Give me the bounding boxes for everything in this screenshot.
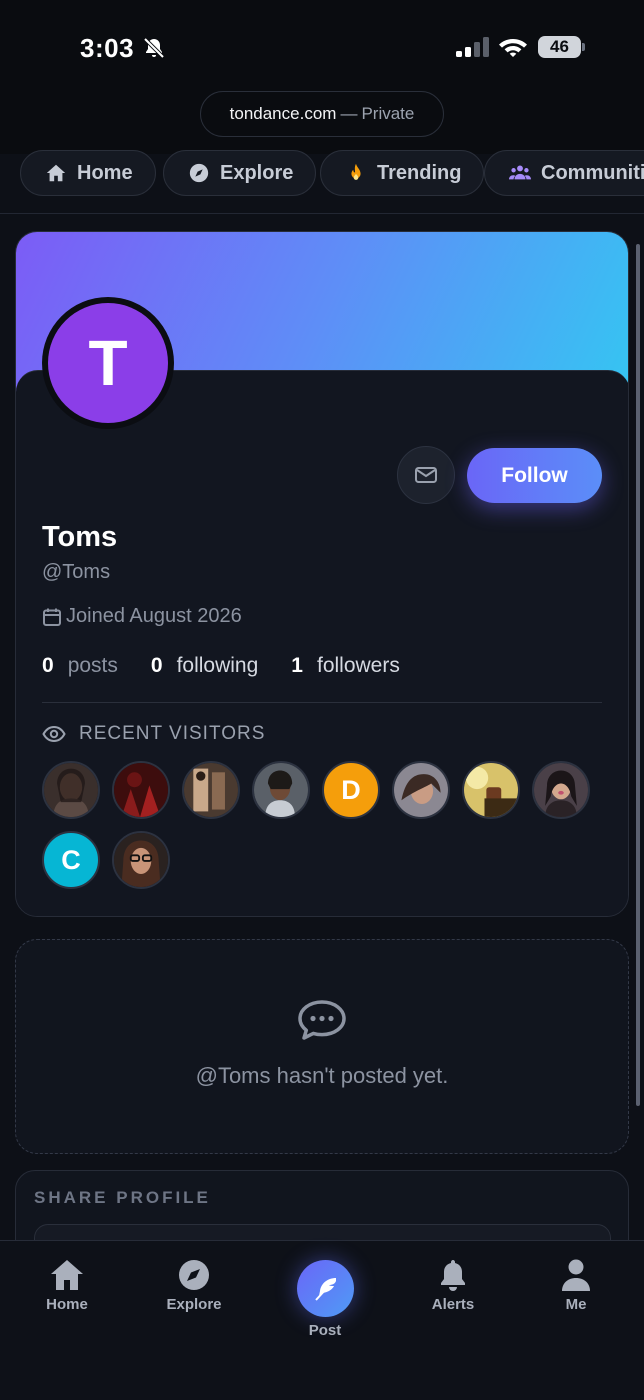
visitor-photo [464,763,518,817]
visitor-avatar[interactable] [532,761,590,819]
chat-bubble-icon [298,1000,346,1040]
status-time: 3:03 [80,33,135,63]
stat-posts-value: 0 [42,654,54,677]
tab-home-label: Home [77,161,133,184]
visitor-avatar[interactable] [112,831,170,889]
bell-icon [441,1260,465,1291]
users-icon [509,165,531,180]
bottom-nav-me[interactable]: Me [526,1258,626,1313]
visitor-avatar-letter[interactable]: D [322,761,380,819]
envelope-icon [415,467,437,483]
scrollbar[interactable] [636,244,640,1106]
person-icon [562,1259,590,1291]
bell-off-icon [143,37,165,59]
join-date-text: Joined August 2026 [66,605,242,627]
stat-followers-label: followers [316,654,400,677]
avatar[interactable]: T [48,303,168,423]
url-pill[interactable]: tondance.com — Private [200,91,444,137]
home-icon [46,164,66,182]
profile-handle: @Toms [42,561,111,583]
tab-explore[interactable]: Explore [163,150,317,196]
top-nav: Home Explore Trending Communities [0,146,644,214]
compass-icon [179,1260,209,1290]
posts-empty-text: @Toms hasn't posted yet. [195,1063,449,1088]
visitor-photo [44,763,98,817]
visitor-photo [184,763,238,817]
join-date: Joined August 2026 [42,605,242,628]
bottom-nav-post-label: Post [308,1322,342,1339]
visitor-photo [394,763,448,817]
cellular-signal-icon [456,37,489,57]
profile-divider [42,702,602,703]
tab-trending-label: Trending [377,161,462,184]
url-private-mode: Private [361,104,415,123]
bottom-nav-home[interactable]: Home [17,1258,117,1313]
bottom-nav-home-label: Home [46,1296,88,1313]
status-bar: 3:03 46 [0,0,644,88]
battery-level: 46 [550,37,569,56]
stat-posts[interactable]: 0 posts [42,654,118,678]
tab-home[interactable]: Home [20,150,156,196]
profile-name: Toms [42,521,118,553]
calendar-icon [43,608,61,626]
visitor-avatar[interactable] [252,761,310,819]
recent-visitors-title: RECENT VISITORS [79,723,266,744]
tab-communities[interactable]: Communities [484,150,644,196]
tab-trending[interactable]: Trending [320,150,485,196]
follow-button[interactable]: Follow [467,448,602,503]
bottom-nav-alerts[interactable]: Alerts [403,1258,503,1313]
stat-followers-value: 1 [291,654,303,677]
stat-followers[interactable]: 1 followers [291,654,400,678]
bottom-nav-me-label: Me [565,1296,587,1313]
stat-following-label: following [176,654,259,677]
message-button[interactable] [397,446,455,504]
compass-icon [189,163,209,183]
visitor-avatar[interactable] [462,761,520,819]
visitor-avatar[interactable] [182,761,240,819]
feather-icon [314,1277,336,1301]
visitor-photo [254,763,308,817]
url-separator: — [340,104,358,123]
visitor-avatar-letter[interactable]: C [42,831,100,889]
browser-url-bar: tondance.com — Private [0,88,644,154]
visitor-photo [114,763,168,817]
visitor-avatar[interactable] [392,761,450,819]
visitor-avatar[interactable] [112,761,170,819]
tab-communities-label: Communities [541,161,644,184]
url-domain: tondance.com [229,104,337,123]
visitor-avatar[interactable] [42,761,100,819]
bottom-nav-alerts-label: Alerts [431,1296,475,1313]
wifi-icon [499,39,527,57]
bottom-nav-explore-label: Explore [166,1296,222,1313]
stat-following[interactable]: 0 following [151,654,258,678]
profile-stats: 0 posts 0 following 1 followers [42,654,433,678]
flame-icon [351,163,361,180]
stat-following-value: 0 [150,654,163,677]
tab-explore-label: Explore [220,161,294,184]
battery-indicator: 46 [538,36,586,58]
eye-icon [42,725,66,743]
visitor-photo [114,833,168,887]
bottom-nav-post-button[interactable] [297,1260,354,1317]
share-profile-title: SHARE PROFILE [34,1188,211,1207]
stat-posts-label: posts [67,654,118,677]
home-icon [51,1260,83,1290]
posts-empty-state [15,939,629,1154]
bottom-nav-explore[interactable]: Explore [144,1258,244,1313]
recent-visitors-heading: RECENT VISITORS [42,722,265,746]
visitor-photo [534,763,588,817]
